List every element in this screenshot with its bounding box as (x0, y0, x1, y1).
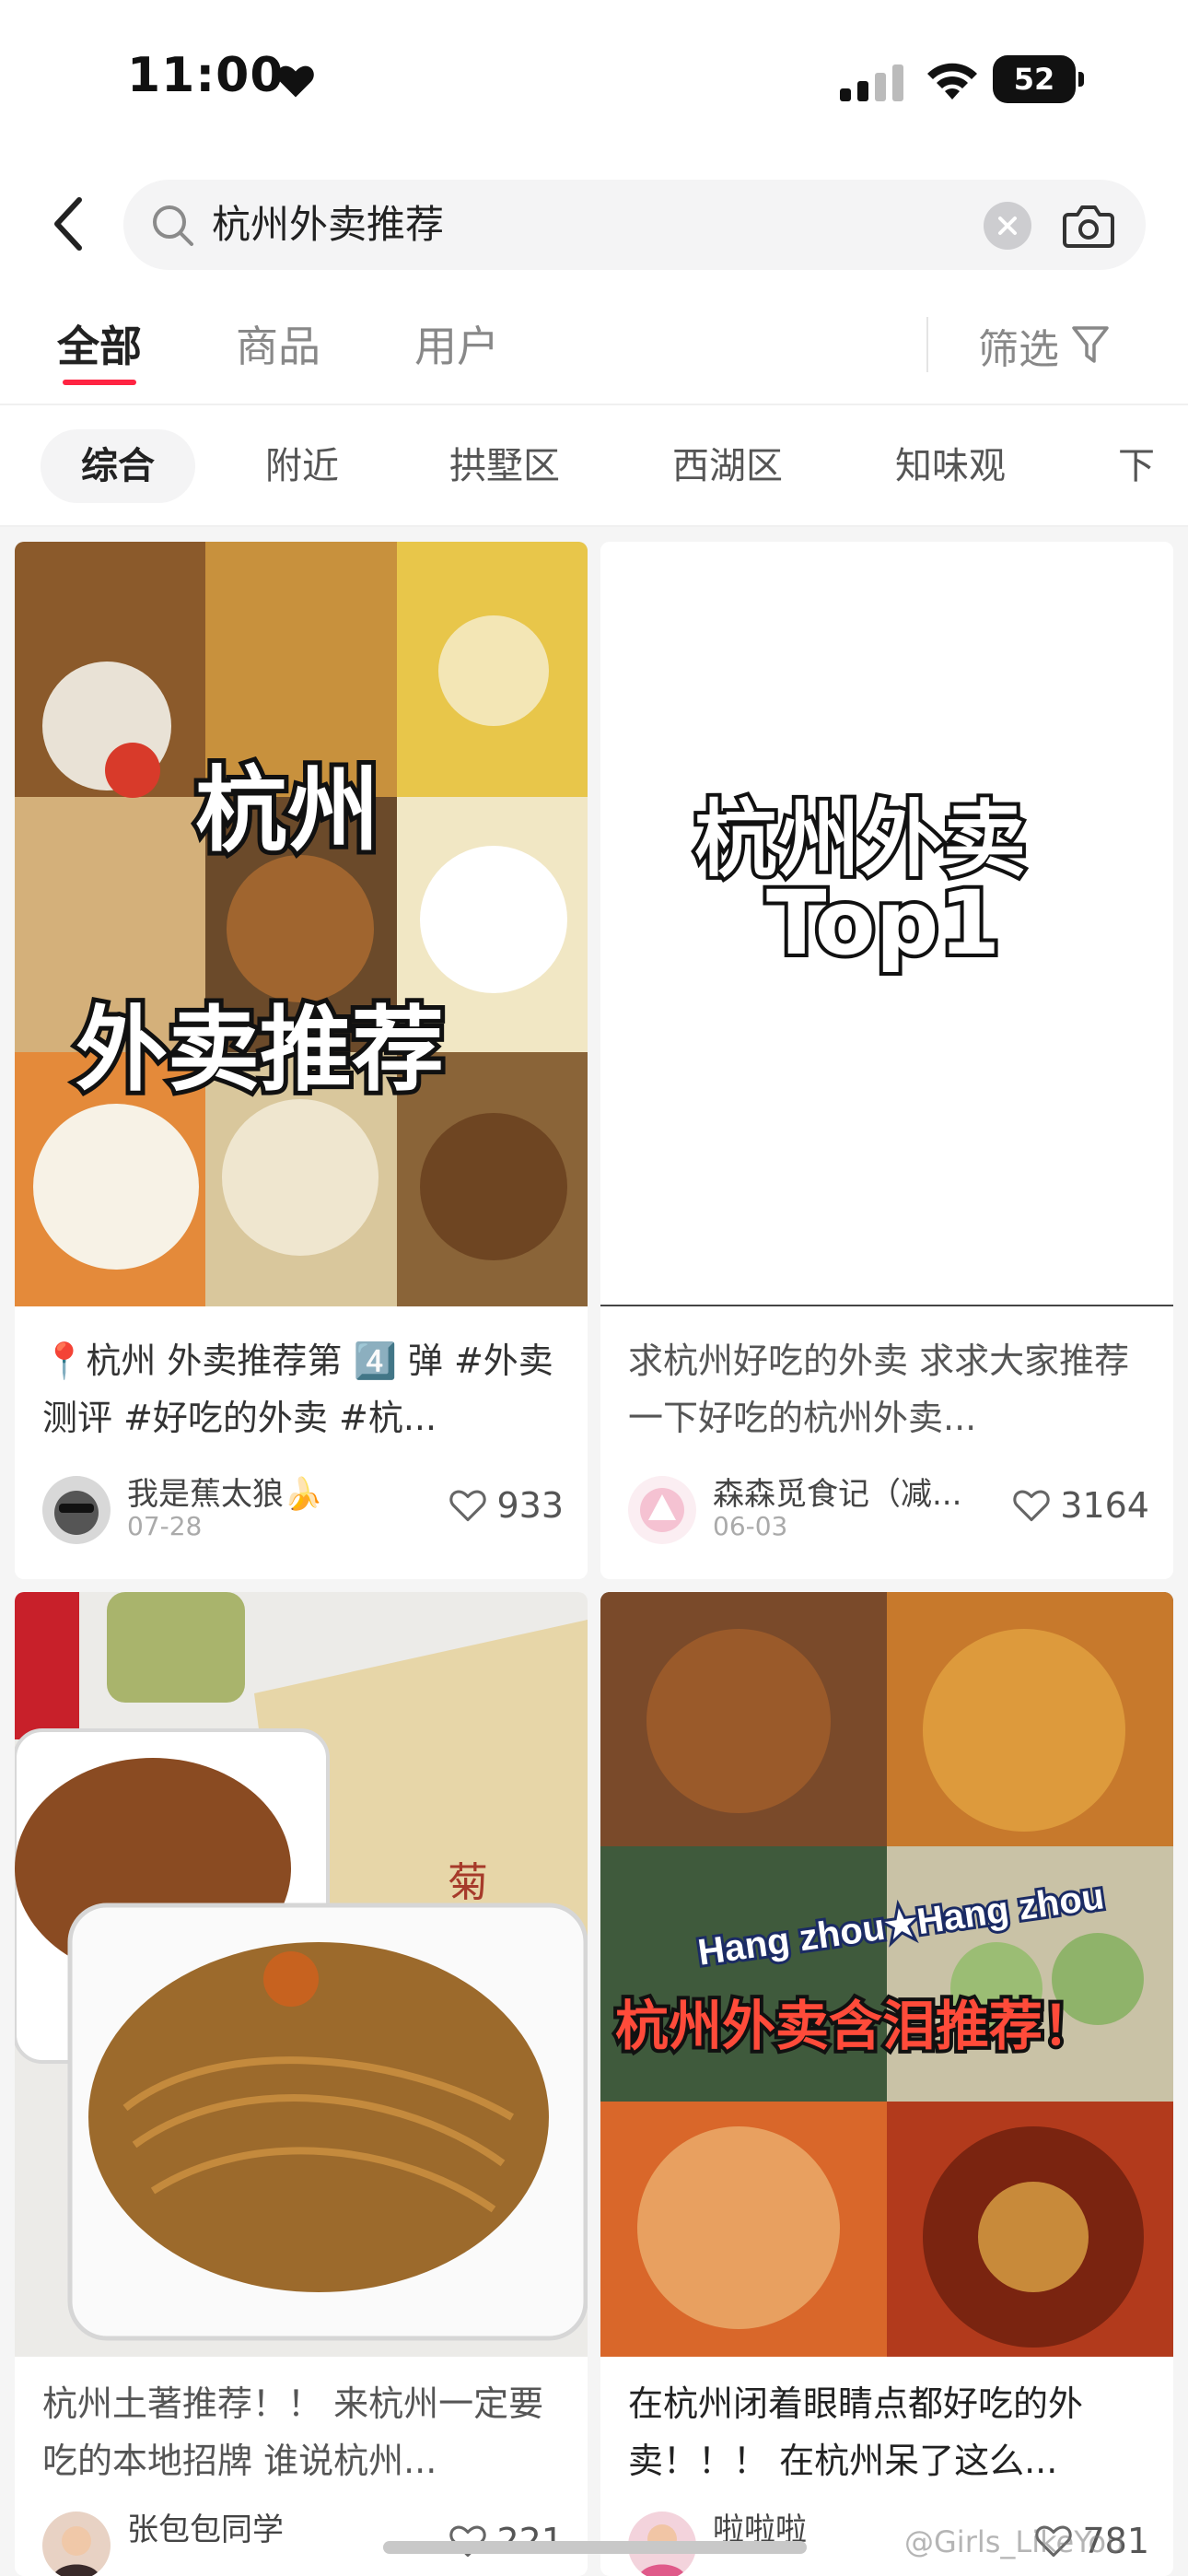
battery-indicator: 52 (993, 55, 1085, 103)
clear-search-button[interactable] (984, 202, 1031, 250)
like-button[interactable]: 933 (448, 1485, 564, 1526)
author-name[interactable]: 森森觅食记（减... (713, 1469, 961, 1514)
filter-icon (1072, 326, 1109, 363)
cover-text-city: 杭州 (191, 752, 384, 869)
note-meta: 张包包同学 221 (42, 2504, 564, 2576)
chip-xiasha[interactable]: 下沙 (1118, 429, 1188, 503)
like-count: 933 (496, 1485, 564, 1526)
search-icon (153, 205, 193, 246)
cover-text-subject: 外卖推荐 (71, 991, 448, 1108)
chevron-left-icon (54, 197, 82, 251)
note-cover-image[interactable]: 杭州 外卖推荐 (15, 542, 588, 1306)
heart-outline-icon (1013, 1490, 1050, 1522)
cover-text-title: 杭州外卖含泪推荐！ (611, 1991, 1100, 2061)
search-input[interactable]: 杭州外卖推荐 (123, 180, 1146, 270)
search-row: 杭州外卖推荐 (0, 175, 1188, 275)
author-name[interactable]: 我是蕉太狼🍌 (127, 1469, 322, 1514)
fried-noodles-photo: 菊 (15, 1592, 588, 2357)
cellular-signal-icon (840, 64, 903, 101)
avatar[interactable] (42, 1476, 111, 1544)
tab-products[interactable]: 商品 (236, 313, 320, 374)
divider (0, 404, 1188, 405)
note-title: 求杭州好吃的外卖 求求大家推荐一下好吃的杭州外卖... (628, 1341, 1130, 1438)
note-cover-image[interactable]: 杭州外卖 Top1 (600, 542, 1173, 1306)
status-time: 11:00 (127, 48, 285, 103)
note-card[interactable]: Hang zhou★Hang zhou 杭州外卖含泪推荐！ 在杭州闭着眼睛点都好… (600, 1592, 1173, 2576)
note-cover-image[interactable]: Hang zhou★Hang zhou 杭州外卖含泪推荐！ (600, 1592, 1173, 2357)
author-name[interactable]: 张包包同学 (127, 2504, 284, 2549)
main-tabs: 全部 商品 用户 筛选 (0, 304, 1188, 405)
cover-text-rank: Top1 (763, 868, 1004, 978)
note-card[interactable]: 杭州 外卖推荐 📍杭州 外卖推荐第 4️⃣ 弹 #外卖测评 #好吃的外卖 #杭.… (15, 542, 588, 1579)
battery-level: 52 (993, 55, 1076, 103)
heart-outline-icon (449, 1490, 487, 1522)
filter-label: 筛选 (978, 326, 1059, 373)
battery-tip (1078, 72, 1084, 87)
tab-all[interactable]: 全部 (57, 313, 142, 374)
note-card[interactable]: 杭州外卖 Top1 求杭州好吃的外卖 求求大家推荐一下好吃的杭州外卖... 森森… (600, 542, 1173, 1579)
note-cover-image[interactable]: 菊 (15, 1592, 588, 2357)
heart-icon (277, 65, 314, 98)
chip-nearby[interactable]: 附近 (265, 429, 339, 503)
svg-text:菊: 菊 (448, 1860, 488, 1905)
status-bar: 11:00 52 (0, 0, 1188, 157)
food-collage-image (600, 1592, 1173, 2357)
avatar[interactable] (628, 1476, 696, 1544)
home-indicator[interactable] (383, 2541, 807, 2554)
post-date: 07-28 (127, 1511, 203, 1541)
like-button[interactable]: 3164 (1012, 1485, 1149, 1526)
chip-xihu[interactable]: 西湖区 (672, 429, 783, 503)
camera-icon[interactable] (1061, 200, 1116, 252)
note-title: 杭州土著推荐！！ 来杭州一定要吃的本地招牌 谁说杭州... (42, 2383, 544, 2481)
chip-zhiweiguan[interactable]: 知味观 (895, 429, 1006, 503)
note-meta: 我是蕉太狼🍌 07-28 933 (42, 1469, 564, 1548)
note-card[interactable]: 菊 杭州土著推荐！！ 来杭州一定要吃的本地招牌 谁说杭州... 张包包同学 22… (15, 1592, 588, 2576)
note-title: 📍杭州 外卖推荐第 4️⃣ 弹 #外卖测评 #好吃的外卖 #杭... (42, 1341, 553, 1438)
like-count: 3164 (1060, 1485, 1149, 1526)
note-meta: 森森觅食记（减... 06-03 3164 (628, 1469, 1149, 1548)
filter-button[interactable]: 筛选 (978, 313, 1111, 378)
tab-divider (926, 317, 928, 372)
sub-tabs: 综合 附近 拱墅区 西湖区 知味观 下沙 (0, 426, 1188, 510)
close-icon (998, 217, 1017, 235)
wifi-icon (927, 63, 977, 100)
tab-users[interactable]: 用户 (414, 313, 499, 374)
post-date: 06-03 (713, 1511, 788, 1541)
food-collage-image (15, 542, 588, 1306)
watermark-text: @Girls_LikeYou (904, 2524, 1125, 2559)
note-title: 在杭州闭着眼睛点都好吃的外卖！！！ 在杭州呆了这么... (628, 2383, 1084, 2481)
chip-comprehensive[interactable]: 综合 (41, 429, 195, 503)
search-query: 杭州外卖推荐 (212, 202, 445, 247)
active-tab-indicator (63, 380, 136, 385)
chip-gongshu[interactable]: 拱墅区 (449, 429, 560, 503)
back-button[interactable] (41, 193, 96, 254)
avatar[interactable] (42, 2512, 111, 2576)
